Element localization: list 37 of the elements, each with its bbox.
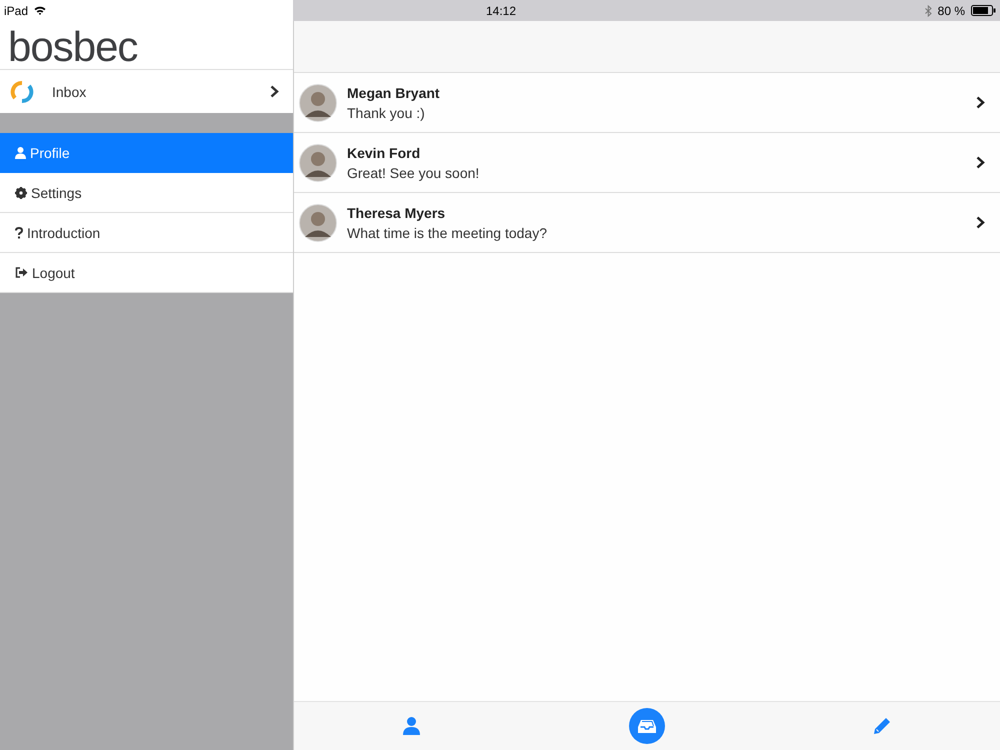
bluetooth-icon xyxy=(924,4,932,16)
battery-icon xyxy=(971,5,996,16)
menu-item[interactable]: Introduction xyxy=(0,213,293,253)
logo: bosbec xyxy=(8,25,138,69)
contact-name: Theresa Myers xyxy=(347,204,446,220)
menu-item[interactable]: Logout xyxy=(0,253,293,293)
pencil-icon xyxy=(873,717,892,735)
settings-icon xyxy=(15,186,27,198)
avatar xyxy=(299,204,337,242)
menu-item[interactable]: Profile xyxy=(0,133,293,173)
device-name: iPad xyxy=(4,4,28,18)
message-preview: Great! See you soon! xyxy=(347,164,480,180)
tab-button[interactable] xyxy=(628,708,665,744)
ring-icon xyxy=(10,80,34,104)
question-icon xyxy=(15,226,23,238)
battery-percent: 80 % xyxy=(938,4,965,18)
avatar xyxy=(299,144,337,182)
inbox-tray-icon xyxy=(638,718,656,734)
logout-icon xyxy=(15,267,28,278)
conversation-row[interactable]: Theresa Myers What time is the meeting today? xyxy=(294,193,1000,253)
chevron-right-icon xyxy=(270,85,279,98)
inbox-item[interactable]: Inbox xyxy=(0,70,293,113)
message-preview: Thank you :) xyxy=(347,104,426,120)
user-icon xyxy=(403,717,420,735)
conversation-row[interactable]: Kevin Ford Great! See you soon! xyxy=(294,133,1000,193)
chevron-right-icon xyxy=(976,96,985,109)
contact-name: Megan Bryant xyxy=(347,84,441,100)
user-icon xyxy=(15,146,26,158)
contact-name: Kevin Ford xyxy=(347,144,422,160)
conversation-row[interactable]: Megan Bryant Thank you :) xyxy=(294,73,1000,133)
chevron-right-icon xyxy=(976,216,985,229)
wifi-icon xyxy=(34,6,46,15)
menu-item[interactable]: Settings xyxy=(0,173,293,213)
avatar xyxy=(299,84,337,122)
chevron-right-icon xyxy=(976,156,985,169)
message-preview: What time is the meeting today? xyxy=(347,224,548,240)
status-time: 14:12 xyxy=(486,4,516,18)
